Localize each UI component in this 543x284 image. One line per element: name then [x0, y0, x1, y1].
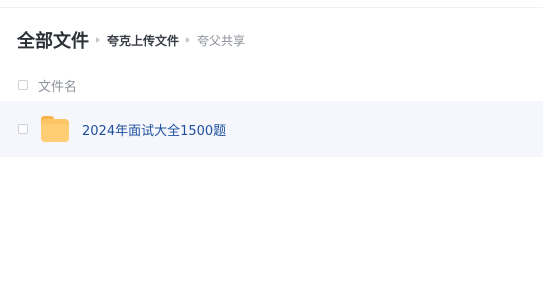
column-header-filename[interactable]: 文件名: [38, 76, 77, 95]
file-list-row[interactable]: 2024年面试大全1500题: [0, 101, 543, 157]
select-all-checkbox[interactable]: [18, 80, 28, 90]
breadcrumb-item-upload-folder[interactable]: 夸克上传文件: [107, 32, 179, 49]
row-checkbox[interactable]: [18, 124, 28, 134]
breadcrumb-separator-icon: [96, 37, 100, 43]
folder-icon: [41, 116, 69, 142]
file-name-link[interactable]: 2024年面试大全1500题: [82, 120, 226, 139]
breadcrumb: 全部文件 夸克上传文件 夸父共享: [17, 28, 245, 52]
breadcrumb-separator-icon: [186, 37, 191, 43]
breadcrumb-item-current: 夸父共享: [197, 33, 246, 48]
breadcrumb-root[interactable]: 全部文件: [17, 27, 89, 53]
file-list-header: 文件名: [0, 72, 543, 98]
top-divider: [0, 7, 543, 8]
